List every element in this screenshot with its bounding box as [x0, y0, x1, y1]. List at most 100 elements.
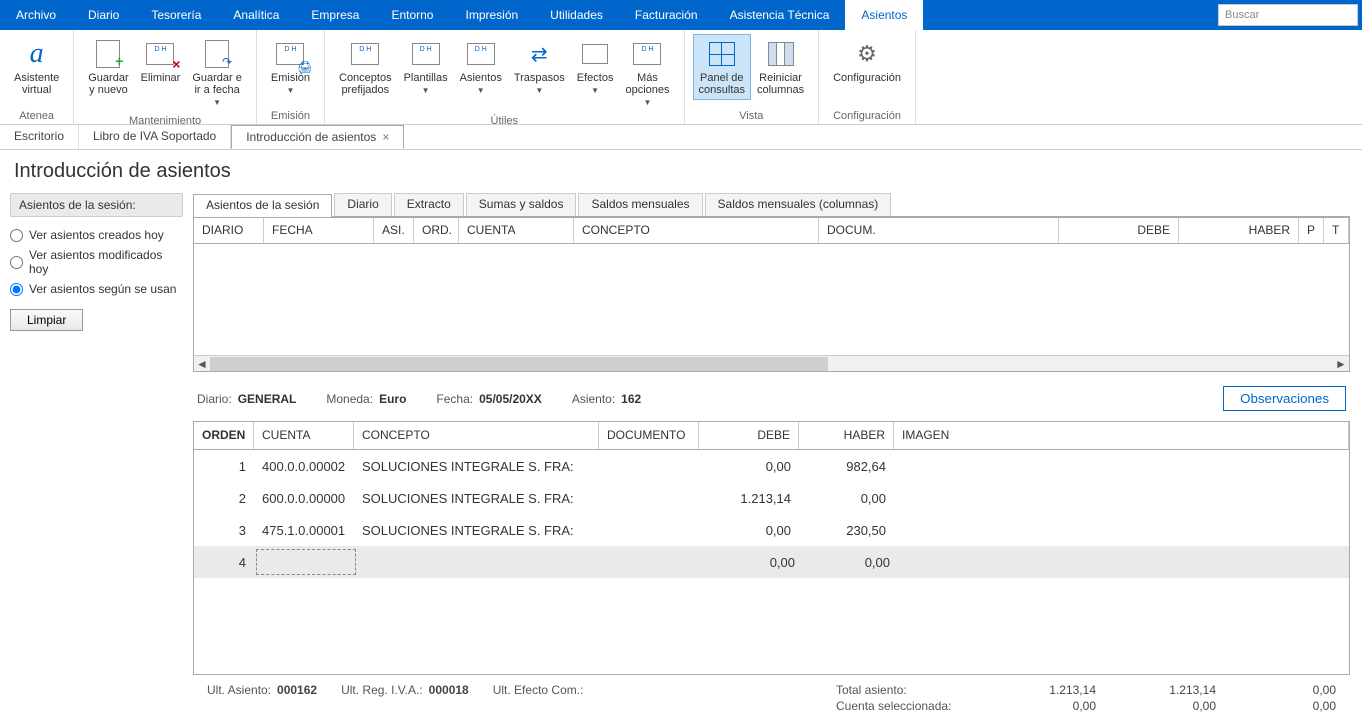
- table-row[interactable]: 4 0,000,00: [194, 546, 1349, 578]
- menu-utilidades[interactable]: Utilidades: [534, 0, 619, 30]
- grid1-col-ord[interactable]: ORD.: [414, 218, 459, 243]
- cell-concepto[interactable]: [358, 558, 603, 566]
- col-documento[interactable]: DOCUMENTO: [599, 422, 699, 449]
- panel-consultas-button[interactable]: Panel deconsultas: [693, 34, 751, 100]
- menu-diario[interactable]: Diario: [72, 0, 135, 30]
- table-row[interactable]: 2600.0.0.00000SOLUCIONES INTEGRALE S. FR…: [194, 482, 1349, 514]
- cell-debe[interactable]: 0,00: [703, 551, 803, 574]
- fecha-value: 05/05/20XX: [479, 392, 542, 406]
- col-cuenta[interactable]: CUENTA: [254, 422, 354, 449]
- search-input[interactable]: Buscar: [1218, 4, 1358, 26]
- inner-tab-diario[interactable]: Diario: [334, 193, 391, 216]
- cell-imagen: [894, 526, 1349, 534]
- emision-button[interactable]: D H🖨Emisión▼: [265, 34, 316, 101]
- col-imagen[interactable]: IMAGEN: [894, 422, 1349, 449]
- horizontal-scrollbar[interactable]: ◄ ►: [194, 355, 1349, 371]
- traspasos-button[interactable]: ⇄Traspasos▼: [508, 34, 571, 101]
- grid1-col-t[interactable]: T: [1324, 218, 1349, 243]
- observaciones-button[interactable]: Observaciones: [1223, 386, 1346, 411]
- menu-analítica[interactable]: Analítica: [217, 0, 295, 30]
- grid1-col-debe[interactable]: DEBE: [1059, 218, 1179, 243]
- menu-asistencia técnica[interactable]: Asistencia Técnica: [714, 0, 846, 30]
- eliminar-button[interactable]: D H×Eliminar: [135, 34, 187, 88]
- filter-option-2[interactable]: Ver asientos según se usan: [10, 279, 183, 299]
- entry-lines-body[interactable]: 1400.0.0.00002SOLUCIONES INTEGRALE S. FR…: [194, 450, 1349, 674]
- doc-tab-escritorio[interactable]: Escritorio: [0, 125, 79, 149]
- menu-empresa[interactable]: Empresa: [295, 0, 375, 30]
- col-concepto[interactable]: CONCEPTO: [354, 422, 599, 449]
- asiento-label: Asiento:: [572, 392, 615, 406]
- inner-tab-extracto[interactable]: Extracto: [394, 193, 464, 216]
- filter-radio-1[interactable]: [10, 256, 23, 269]
- grid1-col-haber[interactable]: HABER: [1179, 218, 1299, 243]
- scroll-right-icon[interactable]: ►: [1333, 357, 1349, 371]
- ribbon-group-label: Configuración: [833, 108, 901, 122]
- page-title: Introducción de asientos: [0, 150, 1362, 193]
- col-haber[interactable]: HABER: [799, 422, 894, 449]
- filter-label-2: Ver asientos según se usan: [29, 282, 176, 296]
- plantillas-button[interactable]: D HPlantillas▼: [398, 34, 454, 101]
- cell-orden[interactable]: 4: [194, 551, 254, 574]
- filter-option-1[interactable]: Ver asientos modificados hoy: [10, 245, 183, 279]
- mas-opciones-button[interactable]: D HMásopciones▼: [619, 34, 675, 113]
- scroll-left-icon[interactable]: ◄: [194, 357, 210, 371]
- filter-radio-2[interactable]: [10, 283, 23, 296]
- inner-tab-saldos-mensuales[interactable]: Saldos mensuales: [578, 193, 702, 216]
- cell-haber: 230,50: [799, 519, 894, 542]
- conceptos-prefijados-button[interactable]: D HConceptosprefijados: [333, 34, 398, 100]
- entry-lines-header: ORDEN CUENTA CONCEPTO DOCUMENTO DEBE HAB…: [194, 422, 1349, 450]
- traspasos-icon: ⇄: [523, 38, 555, 70]
- col-orden[interactable]: ORDEN: [194, 422, 254, 449]
- close-icon[interactable]: ×: [382, 130, 389, 144]
- moneda-value: Euro: [379, 392, 406, 406]
- guardar-nuevo-button[interactable]: +Guardary nuevo: [82, 34, 134, 100]
- inner-tab-sumas-y-saldos[interactable]: Sumas y saldos: [466, 193, 577, 216]
- cell-cuenta: 400.0.0.00002: [254, 455, 354, 478]
- cell-orden: 2: [194, 487, 254, 510]
- grid1-col-docum[interactable]: DOCUM.: [819, 218, 1059, 243]
- session-grid-body[interactable]: [194, 244, 1349, 355]
- fecha-label: Fecha:: [436, 392, 473, 406]
- cell-haber: 982,64: [799, 455, 894, 478]
- menu-impresión[interactable]: Impresión: [449, 0, 534, 30]
- cell-haber[interactable]: 0,00: [803, 551, 898, 574]
- filter-radio-0[interactable]: [10, 229, 23, 242]
- col-debe[interactable]: DEBE: [699, 422, 799, 449]
- cell-imagen[interactable]: [898, 558, 1349, 566]
- menu-asientos[interactable]: Asientos: [845, 0, 923, 30]
- table-row[interactable]: 1400.0.0.00002SOLUCIONES INTEGRALE S. FR…: [194, 450, 1349, 482]
- grid1-col-p[interactable]: P: [1299, 218, 1324, 243]
- menu-entorno[interactable]: Entorno: [375, 0, 449, 30]
- cell-cuenta[interactable]: [256, 549, 356, 575]
- efectos-button[interactable]: Efectos▼: [571, 34, 620, 101]
- grid1-col-cuenta[interactable]: CUENTA: [459, 218, 574, 243]
- doc-tab-introducción-de-asientos[interactable]: Introducción de asientos×: [231, 125, 404, 149]
- asientos-button[interactable]: D HAsientos▼: [454, 34, 508, 101]
- grid1-col-concepto[interactable]: CONCEPTO: [574, 218, 819, 243]
- mas-opciones-label: Másopciones▼: [625, 72, 669, 109]
- configuracion-button[interactable]: ⚙Configuración: [827, 34, 907, 88]
- reiniciar-columnas-button[interactable]: Reiniciarcolumnas: [751, 34, 810, 100]
- cell-concepto: SOLUCIONES INTEGRALE S. FRA:: [354, 487, 599, 510]
- inner-tab-asientos-de-la-sesión[interactable]: Asientos de la sesión: [193, 194, 332, 217]
- filter-option-0[interactable]: Ver asientos creados hoy: [10, 225, 183, 245]
- grid1-col-fecha[interactable]: FECHA: [264, 218, 374, 243]
- guardar-ir-fecha-button[interactable]: ↷Guardar eir a fecha▼: [186, 34, 248, 113]
- doc-tab-libro-de-iva-soportado[interactable]: Libro de IVA Soportado: [79, 125, 231, 149]
- menu-facturación[interactable]: Facturación: [619, 0, 714, 30]
- emision-label: Emisión▼: [271, 72, 310, 97]
- cell-documento[interactable]: [603, 558, 703, 566]
- grid1-col-asi[interactable]: ASI.: [374, 218, 414, 243]
- ribbon: aAsistentevirtualAtenea+Guardary nuevoD …: [0, 30, 1362, 125]
- grid1-col-diario[interactable]: DIARIO: [194, 218, 264, 243]
- total-diff: 0,00: [1216, 683, 1336, 697]
- scroll-thumb[interactable]: [210, 357, 828, 371]
- menu-tesorería[interactable]: Tesorería: [135, 0, 217, 30]
- menu-archivo[interactable]: Archivo: [0, 0, 72, 30]
- ult-reg-iva-value: 000018: [429, 683, 469, 713]
- table-row[interactable]: 3475.1.0.00001SOLUCIONES INTEGRALE S. FR…: [194, 514, 1349, 546]
- inner-tab-saldos-mensuales-(columnas)[interactable]: Saldos mensuales (columnas): [705, 193, 892, 216]
- clear-button[interactable]: Limpiar: [10, 309, 83, 331]
- asistente-virtual-button[interactable]: aAsistentevirtual: [8, 34, 65, 100]
- scroll-track[interactable]: [210, 357, 1333, 371]
